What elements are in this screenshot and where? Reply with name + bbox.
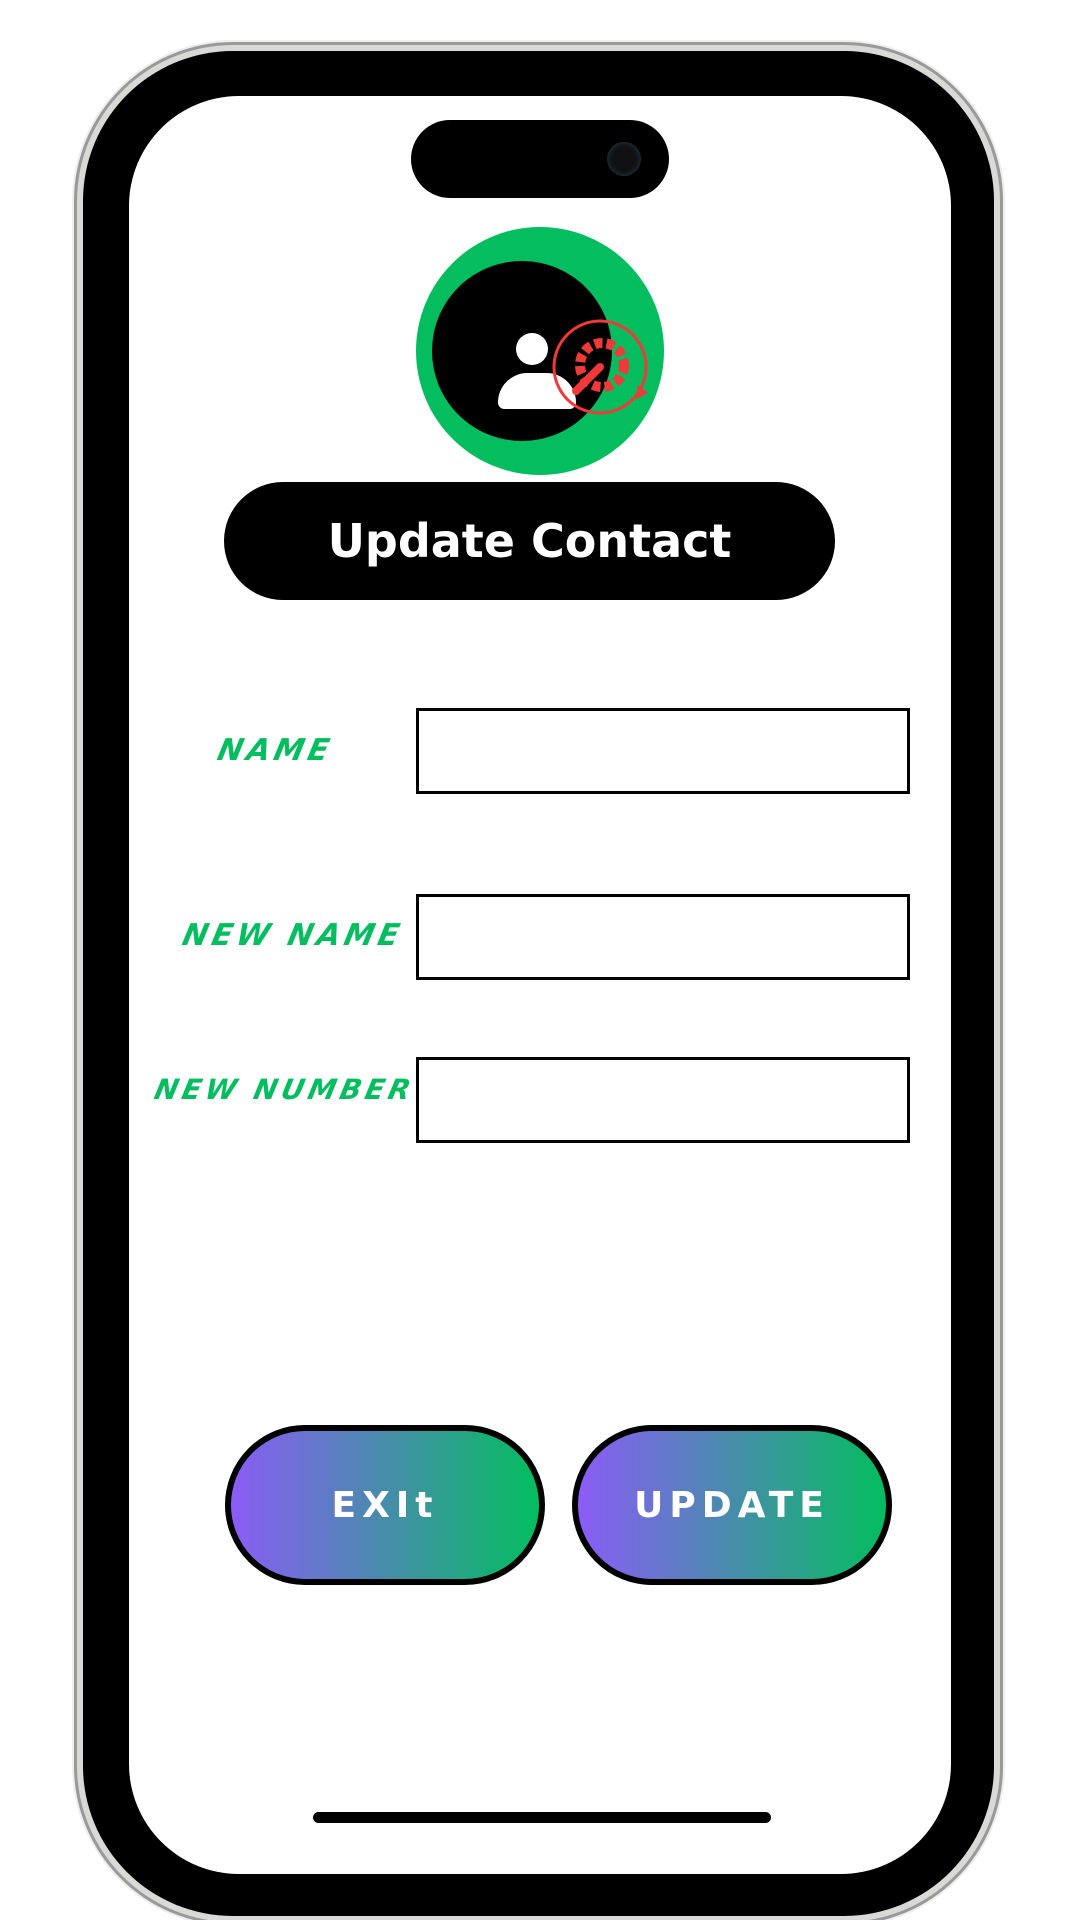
- new-number-input[interactable]: [416, 1057, 910, 1143]
- power-button: [997, 612, 1003, 837]
- home-indicator[interactable]: [313, 1812, 771, 1823]
- person-head-icon: [516, 333, 548, 365]
- contact-settings-icon: [416, 227, 664, 475]
- dynamic-island: [411, 120, 669, 198]
- name-label: NAME: [214, 733, 337, 768]
- gear-wrench-icon: [552, 319, 648, 415]
- update-button[interactable]: UPDATE: [572, 1425, 892, 1585]
- new-number-label: NEW NUMBER: [151, 1073, 418, 1106]
- exit-button[interactable]: EXIt: [225, 1425, 545, 1585]
- new-name-label: NEW NAME: [179, 918, 407, 953]
- name-input[interactable]: [416, 708, 910, 794]
- page-title: Update Contact: [224, 482, 835, 600]
- new-name-input[interactable]: [416, 894, 910, 980]
- camera-icon: [607, 142, 641, 176]
